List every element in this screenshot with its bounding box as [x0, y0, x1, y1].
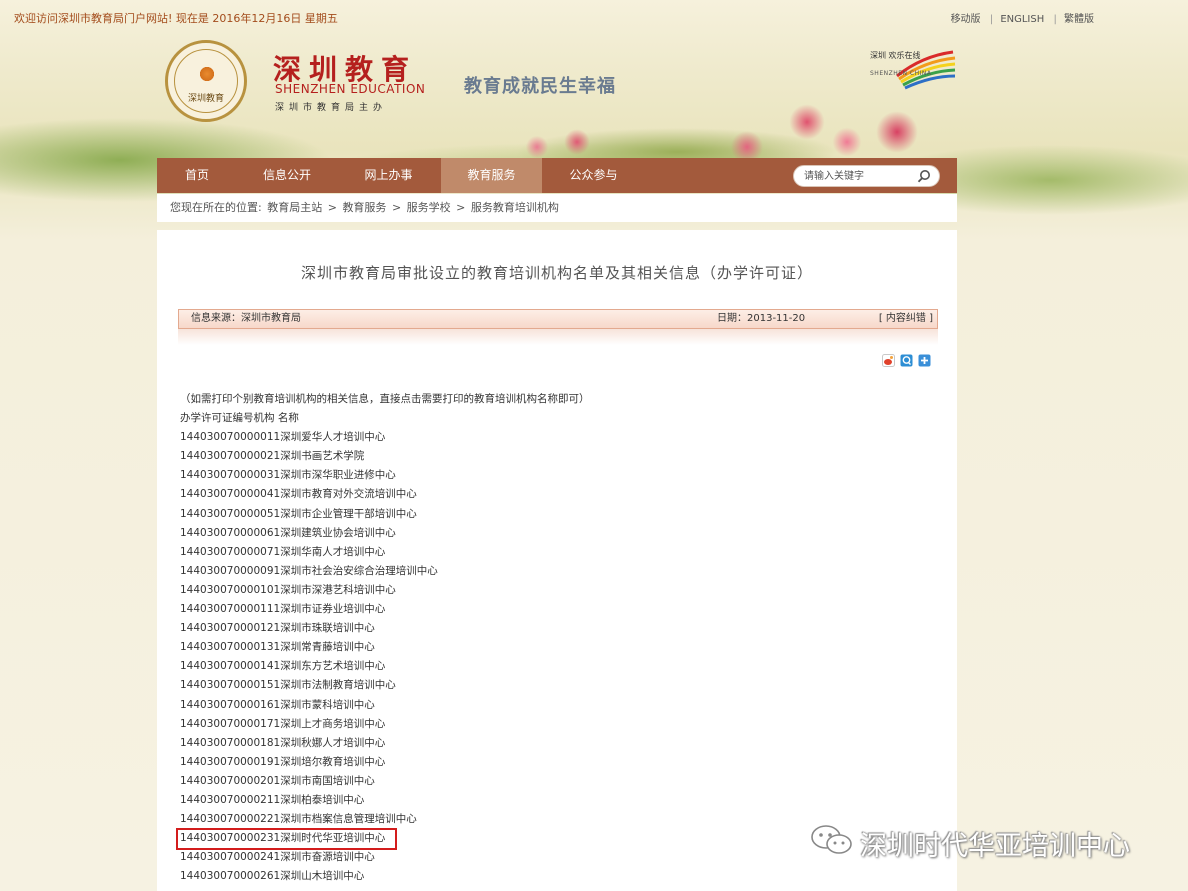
- article-content: 深圳市教育局审批设立的教育培训机构名单及其相关信息（办学许可证） 信息来源：深圳…: [157, 230, 957, 891]
- highlight-box: [176, 828, 397, 850]
- nav-home[interactable]: 首页: [157, 158, 237, 193]
- list-item[interactable]: 144030070000261深圳山木培训中心: [180, 867, 920, 886]
- china-logo-script: 深圳 欢乐在线: [870, 51, 921, 60]
- article-info-bar: 信息来源：深圳市教育局 日期：2013-11-20 [ 内容纠错 ]: [178, 309, 938, 329]
- wechat-icon: [811, 825, 852, 854]
- list-item[interactable]: 144030070000111深圳市证券业培训中心: [180, 600, 920, 619]
- info-bar-shadow: [178, 329, 938, 345]
- print-note: （如需打印个别教育培训机构的相关信息，直接点击需要打印的教育培训机构名称即可）: [180, 393, 590, 405]
- site-logo[interactable]: 深圳教育: [165, 40, 247, 122]
- shenzhen-china-logo[interactable]: 深圳 欢乐在线 SHENZHEN CHINA: [867, 46, 957, 90]
- list-item[interactable]: 144030070000241深圳市奋源培训中心: [180, 848, 920, 867]
- english-link[interactable]: ENGLISH: [1000, 14, 1044, 25]
- breadcrumb-separator: >: [327, 201, 337, 214]
- nav-education-service[interactable]: 教育服务: [441, 158, 542, 193]
- list-item[interactable]: 144030070000011深圳爱华人才培训中心: [180, 428, 920, 447]
- list-item[interactable]: 144030070000121深圳市珠联培训中心: [180, 619, 920, 638]
- slogan: 教育成就民生幸福: [464, 76, 616, 97]
- search-box: [793, 165, 940, 187]
- search-input[interactable]: [804, 169, 914, 184]
- search-icon[interactable]: [917, 169, 931, 183]
- list-item[interactable]: 144030070000201深圳市南国培训中心: [180, 772, 920, 791]
- breadcrumb-item-training[interactable]: 服务教育培训机构: [471, 201, 559, 214]
- list-item[interactable]: 144030070000171深圳上才商务培训中心: [180, 715, 920, 734]
- list-item[interactable]: 144030070000051深圳市企业管理干部培训中心: [180, 505, 920, 524]
- list-item[interactable]: 144030070000211深圳柏泰培训中心: [180, 791, 920, 810]
- breadcrumb-item-main[interactable]: 教育局主站: [267, 201, 322, 214]
- china-logo-text: SHENZHEN CHINA: [870, 70, 932, 77]
- mobile-version-link[interactable]: 移动版: [951, 14, 981, 25]
- list-item[interactable]: 144030070000131深圳常青藤培训中心: [180, 638, 920, 657]
- watermark: 深圳时代华亚培训中心: [810, 820, 1170, 862]
- breadcrumb-separator: >: [456, 201, 466, 214]
- page-title: 深圳市教育局审批设立的教育培训机构名单及其相关信息（办学许可证）: [300, 264, 813, 282]
- seal-inner: 深圳教育: [174, 49, 238, 113]
- list-header: 办学许可证编号机构 名称: [180, 412, 299, 425]
- list-item[interactable]: 144030070000191深圳培尔教育培训中心: [180, 753, 920, 772]
- top-bar: 欢迎访问深圳市教育局门户网站! 现在是 2016年12月16日 星期五 移动版 …: [0, 0, 1188, 32]
- more-share-icon[interactable]: [918, 354, 931, 367]
- info-source: 信息来源：深圳市教育局: [191, 313, 301, 324]
- list-item[interactable]: 144030070000221深圳市档案信息管理培训中心: [180, 810, 920, 829]
- list-item[interactable]: 144030070000091深圳市社会治安综合治理培训中心: [180, 562, 920, 581]
- breadcrumb-item-edu-service[interactable]: 教育服务: [342, 201, 386, 214]
- watermark-text: 深圳时代华亚培训中心: [860, 831, 1130, 862]
- main-nav: 首页 信息公开 网上办事 教育服务 公众参与: [157, 158, 957, 193]
- nav-online-service[interactable]: 网上办事: [337, 158, 440, 193]
- breadcrumb-prefix: 您现在所在的位置:: [170, 201, 262, 214]
- institution-list: （如需打印个别教育培训机构的相关信息，直接点击需要打印的教育培训机构名称即可） …: [180, 390, 920, 886]
- list-item[interactable]: 144030070000151深圳市法制教育培训中心: [180, 676, 920, 695]
- traditional-chinese-link[interactable]: 繁體版: [1064, 14, 1094, 25]
- list-item[interactable]: 144030070000041深圳市教育对外交流培训中心: [180, 485, 920, 504]
- content-correction-link[interactable]: [ 内容纠错 ]: [879, 310, 933, 328]
- nav-public-participation[interactable]: 公众参与: [542, 158, 645, 193]
- qzone-share-icon[interactable]: [900, 354, 913, 367]
- top-links: 移动版 | ENGLISH | 繁體版: [947, 10, 1094, 25]
- divider: |: [989, 14, 994, 25]
- brand-english: SHENZHEN EDUCATION: [275, 82, 426, 96]
- breadcrumb-separator: >: [391, 201, 402, 214]
- info-date: 日期：2013-11-20: [717, 313, 806, 324]
- list-item[interactable]: 144030070000061深圳建筑业协会培训中心: [180, 524, 920, 543]
- welcome-text: 欢迎访问深圳市教育局门户网站! 现在是 2016年12月16日 星期五: [14, 12, 338, 25]
- list-item[interactable]: 144030070000071深圳华南人才培训中心: [180, 543, 920, 562]
- divider: |: [1053, 14, 1057, 25]
- list-item[interactable]: 144030070000021深圳书画艺术学院: [180, 447, 920, 466]
- list-item[interactable]: 144030070000141深圳东方艺术培训中心: [180, 657, 920, 676]
- brand-subtitle: 深圳市教育局主办: [275, 103, 388, 113]
- nav-info-public[interactable]: 信息公开: [237, 158, 337, 193]
- share-tools: [882, 354, 932, 368]
- list-item[interactable]: 144030070000031深圳市深华职业进修中心: [180, 466, 920, 485]
- list-item[interactable]: 144030070000101深圳市深港艺科培训中心: [180, 581, 920, 600]
- list-item[interactable]: 144030070000181深圳秋娜人才培训中心: [180, 734, 920, 753]
- weibo-share-icon[interactable]: [882, 354, 895, 367]
- list-item[interactable]: 144030070000161深圳市蒙科培训中心: [180, 696, 920, 715]
- site-header: 深圳教育 深圳教育 SHENZHEN EDUCATION 深圳市教育局主办 教育…: [157, 34, 957, 158]
- seal-text: 深圳教育: [187, 94, 224, 104]
- flower-banner: [377, 92, 937, 158]
- breadcrumb-item-schools[interactable]: 服务学校: [407, 201, 451, 214]
- breadcrumb: 您现在所在的位置: 教育局主站 > 教育服务 > 服务学校 > 服务教育培训机构: [157, 194, 957, 222]
